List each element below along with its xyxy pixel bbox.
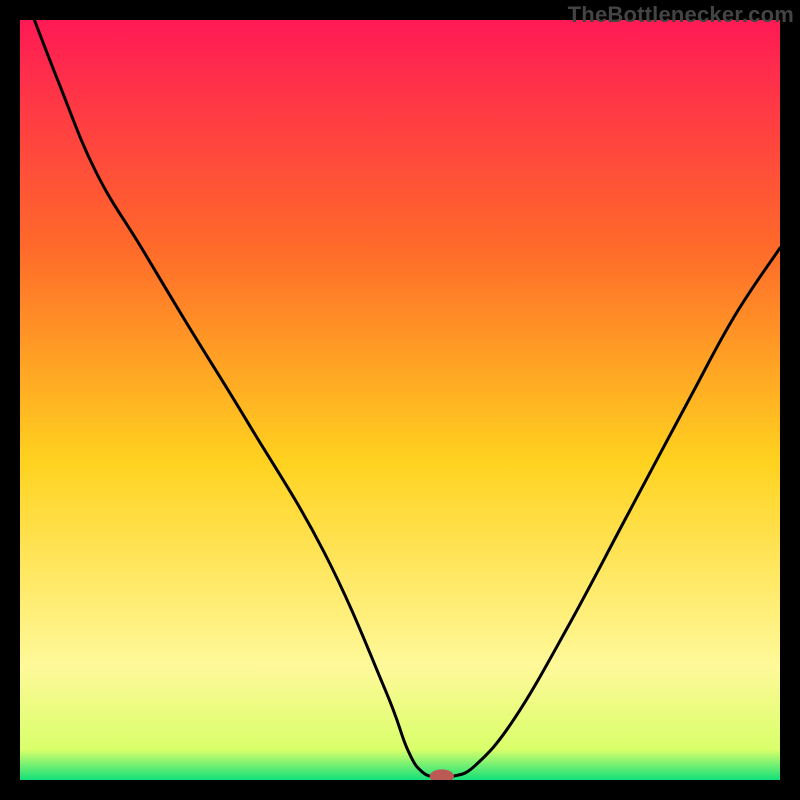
- plot-area: [20, 20, 780, 780]
- watermark-text: TheBottlenecker.com: [568, 2, 794, 28]
- chart-svg: [20, 20, 780, 780]
- chart-frame: TheBottlenecker.com: [0, 0, 800, 800]
- gradient-background: [20, 20, 780, 780]
